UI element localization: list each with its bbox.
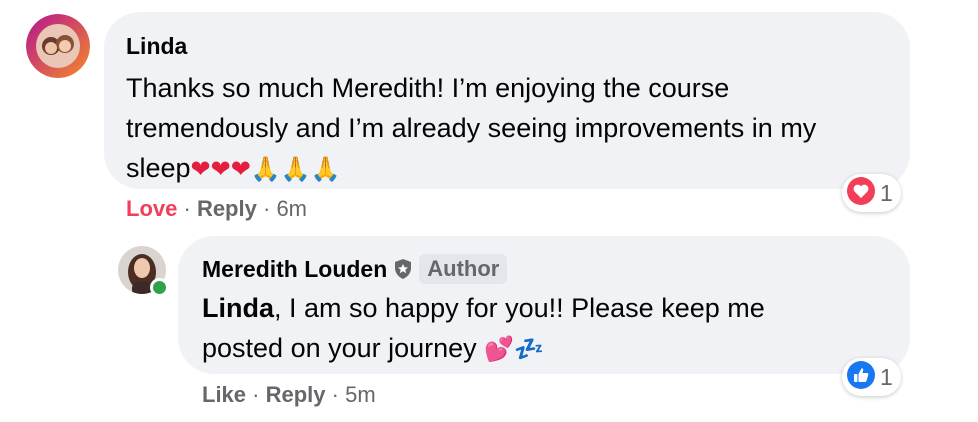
comment-thread: { "comment": { "author": "Linda", "text"…	[0, 0, 978, 422]
comment-timestamp[interactable]: 6m	[276, 196, 307, 221]
linda-comment-bubble: Linda Thanks so much Meredith! I’m enjoy…	[104, 12, 910, 189]
love-reaction-icon	[846, 176, 876, 211]
like-link[interactable]: Like	[202, 382, 246, 407]
reply-reaction-summary[interactable]: 1	[842, 358, 901, 396]
comment-text: Thanks so much Meredith! I’m enjoying th…	[126, 68, 886, 190]
reply-link[interactable]: Reply	[197, 196, 257, 221]
linda-avatar[interactable]	[26, 14, 90, 78]
reply-actions: Like · Reply · 5m	[202, 382, 376, 408]
meredith-avatar-wrapper[interactable]	[118, 246, 169, 297]
meredith-reply-bubble: Meredith Louden Author Linda, I am so ha…	[178, 236, 910, 374]
separator: ·	[331, 382, 339, 407]
reply-link[interactable]: Reply	[266, 382, 326, 407]
author-badge: Author	[419, 254, 508, 284]
reply-header: Meredith Louden Author	[202, 254, 886, 284]
separator: ·	[252, 382, 260, 407]
love-link[interactable]: Love	[126, 196, 177, 221]
comment-author-name[interactable]: Linda	[126, 32, 888, 60]
reply-author-name[interactable]: Meredith Louden	[202, 255, 387, 283]
mention-link[interactable]: Linda	[202, 293, 274, 323]
linda-avatar-image	[26, 14, 90, 78]
reply-text: Linda, I am so happy for you!! Please ke…	[202, 288, 852, 370]
separator: ·	[262, 196, 271, 221]
reply-reaction-count: 1	[880, 363, 893, 390]
reply-emojis: 💕💤	[484, 336, 544, 363]
comment-emojis: ❤❤❤🙏🙏🙏	[190, 156, 341, 183]
author-shield-icon	[393, 258, 413, 280]
reply-timestamp[interactable]: 5m	[345, 382, 376, 407]
comment-reaction-summary[interactable]: 1	[842, 174, 901, 212]
like-reaction-icon	[846, 360, 876, 395]
comment-reaction-count: 1	[880, 179, 893, 206]
online-status-indicator	[150, 278, 169, 297]
comment-actions: Love · Reply · 6m	[126, 196, 307, 222]
separator: ·	[183, 196, 191, 221]
